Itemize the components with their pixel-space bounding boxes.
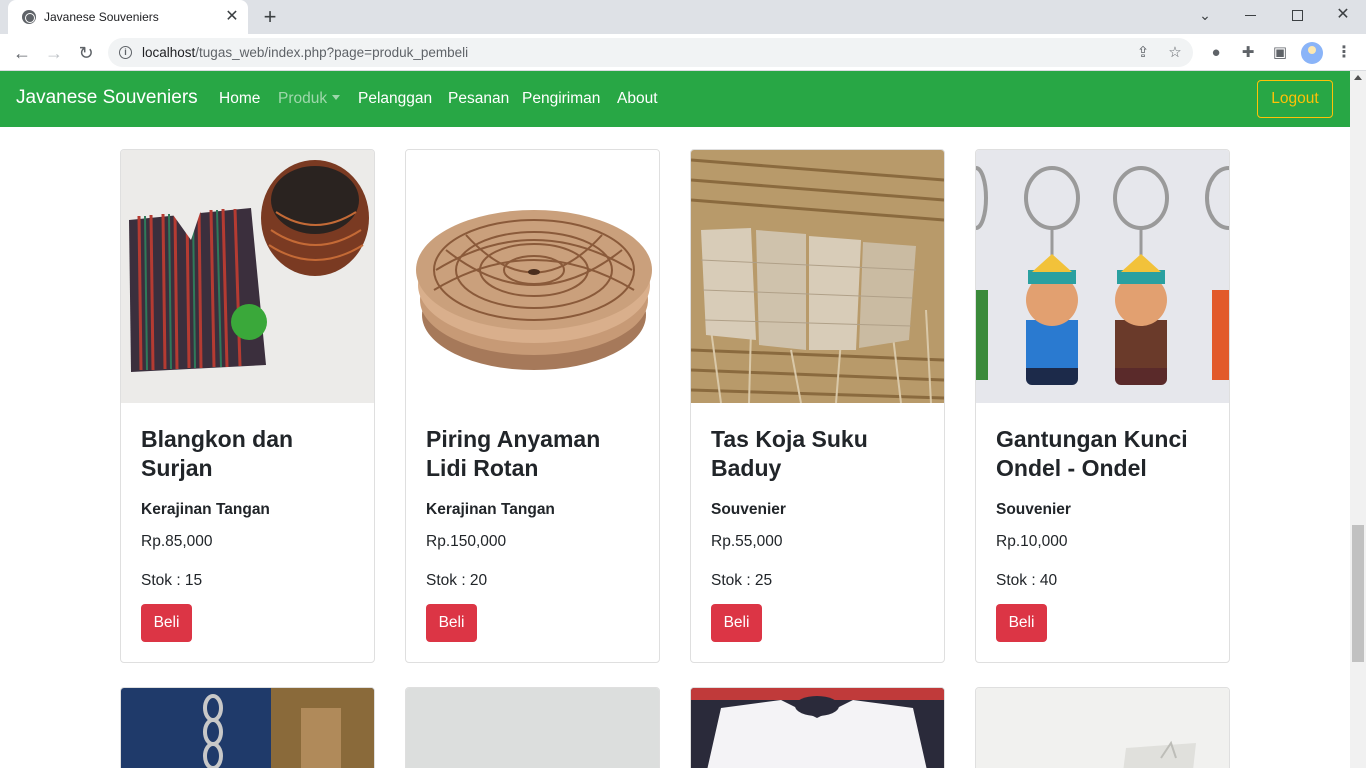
buy-button[interactable]: Beli xyxy=(711,604,762,642)
buy-button[interactable]: Beli xyxy=(996,604,1047,642)
product-card: Tas Koja Suku Baduy Souvenier Rp.55,000 … xyxy=(690,149,945,663)
page-viewport: Blangkon dan Surjan Kerajinan Tangan Rp.… xyxy=(0,71,1366,768)
product-name: Piring Anyaman Lidi Rotan xyxy=(426,426,601,481)
product-card: Blangkon dan Surjan Kerajinan Tangan Rp.… xyxy=(120,149,375,663)
tab-title: Javanese Souveniers xyxy=(44,10,159,24)
product-category: Kerajinan Tangan xyxy=(141,501,270,518)
product-image xyxy=(406,688,659,768)
buy-button[interactable]: Beli xyxy=(426,604,477,642)
product-image xyxy=(976,150,1229,403)
nav-link-pelanggan[interactable]: Pelanggan xyxy=(358,90,432,108)
share-icon[interactable]: ⇪ xyxy=(1134,44,1152,62)
product-price: Rp.10,000 xyxy=(996,533,1068,550)
scrollbar-thumb[interactable] xyxy=(1352,525,1364,662)
reload-button[interactable]: ↻ xyxy=(74,41,98,65)
product-price: Rp.150,000 xyxy=(426,533,507,550)
product-price: Rp.55,000 xyxy=(711,533,783,550)
product-stock: Stok : 40 xyxy=(996,572,1058,589)
nav-link-home[interactable]: Home xyxy=(219,90,260,108)
close-window-button[interactable]: ✕ xyxy=(1330,4,1356,26)
nav-link-pesanan[interactable]: Pesanan xyxy=(448,90,509,108)
scroll-up-icon[interactable] xyxy=(1354,75,1362,80)
side-panel-icon[interactable]: ▣ xyxy=(1270,43,1290,63)
product-card-partial xyxy=(405,687,660,768)
product-stock: Stok : 20 xyxy=(426,572,488,589)
product-image xyxy=(121,688,374,768)
product-image xyxy=(691,150,944,403)
browser-menu-icon[interactable]: ⋮ xyxy=(1336,43,1352,63)
logout-button[interactable]: Logout xyxy=(1257,80,1333,118)
product-category: Kerajinan Tangan xyxy=(426,501,555,518)
product-image xyxy=(976,688,1229,768)
browser-tab[interactable]: Javanese Souveniers ✕ xyxy=(8,0,248,34)
product-card-partial xyxy=(975,687,1230,768)
address-bar[interactable]: i localhost/tugas_web/index.php?page=pro… xyxy=(108,38,1193,67)
globe-icon xyxy=(22,10,36,24)
forward-button[interactable]: → xyxy=(42,41,66,65)
product-stock: Stok : 15 xyxy=(141,572,203,589)
nav-dropdown-produk[interactable]: Produk xyxy=(278,90,341,108)
product-image xyxy=(406,150,659,403)
tab-search-icon[interactable]: ⌄ xyxy=(1192,4,1218,26)
product-name: Gantungan Kunci Ondel - Ondel xyxy=(996,426,1188,481)
new-tab-button[interactable]: + xyxy=(258,6,282,28)
back-button[interactable]: ← xyxy=(10,41,34,65)
browser-tabstrip: Javanese Souveniers ✕ + ⌄ ✕ xyxy=(0,0,1366,34)
extensions-puzzle-icon[interactable]: ✚ xyxy=(1238,43,1258,63)
nav-link-about[interactable]: About xyxy=(617,90,658,108)
brand-link[interactable]: Javanese Souveniers xyxy=(16,87,198,109)
product-image xyxy=(691,688,944,768)
maximize-button[interactable] xyxy=(1284,4,1310,26)
buy-button[interactable]: Beli xyxy=(141,604,192,642)
browser-toolbar: ← → ↻ i localhost/tugas_web/index.php?pa… xyxy=(0,34,1366,71)
site-info-icon[interactable]: i xyxy=(119,46,132,59)
product-name: Tas Koja Suku Baduy xyxy=(711,426,868,481)
bookmark-star-icon[interactable]: ☆ xyxy=(1166,44,1184,62)
caret-down-icon xyxy=(332,95,341,100)
panda-extension-icon[interactable]: ● xyxy=(1206,43,1226,63)
product-price: Rp.85,000 xyxy=(141,533,213,550)
product-card-partial xyxy=(690,687,945,768)
profile-avatar[interactable] xyxy=(1301,42,1323,64)
tab-close-icon[interactable]: ✕ xyxy=(222,7,242,27)
nav-link-pengiriman[interactable]: Pengiriman xyxy=(522,90,600,108)
page-scrollbar[interactable] xyxy=(1350,71,1366,768)
product-stock: Stok : 25 xyxy=(711,572,773,589)
product-card-partial xyxy=(120,687,375,768)
product-category: Souvenier xyxy=(996,501,1071,518)
product-card: Gantungan Kunci Ondel - Ondel Souvenier … xyxy=(975,149,1230,663)
product-name: Blangkon dan Surjan xyxy=(141,426,294,481)
product-category: Souvenier xyxy=(711,501,786,518)
top-navbar: Javanese Souveniers Home Produk Pelangga… xyxy=(0,71,1350,127)
product-card: Piring Anyaman Lidi Rotan Kerajinan Tang… xyxy=(405,149,660,663)
minimize-button[interactable] xyxy=(1238,4,1264,26)
url-text[interactable]: localhost/tugas_web/index.php?page=produ… xyxy=(142,45,468,60)
product-image xyxy=(121,150,374,403)
